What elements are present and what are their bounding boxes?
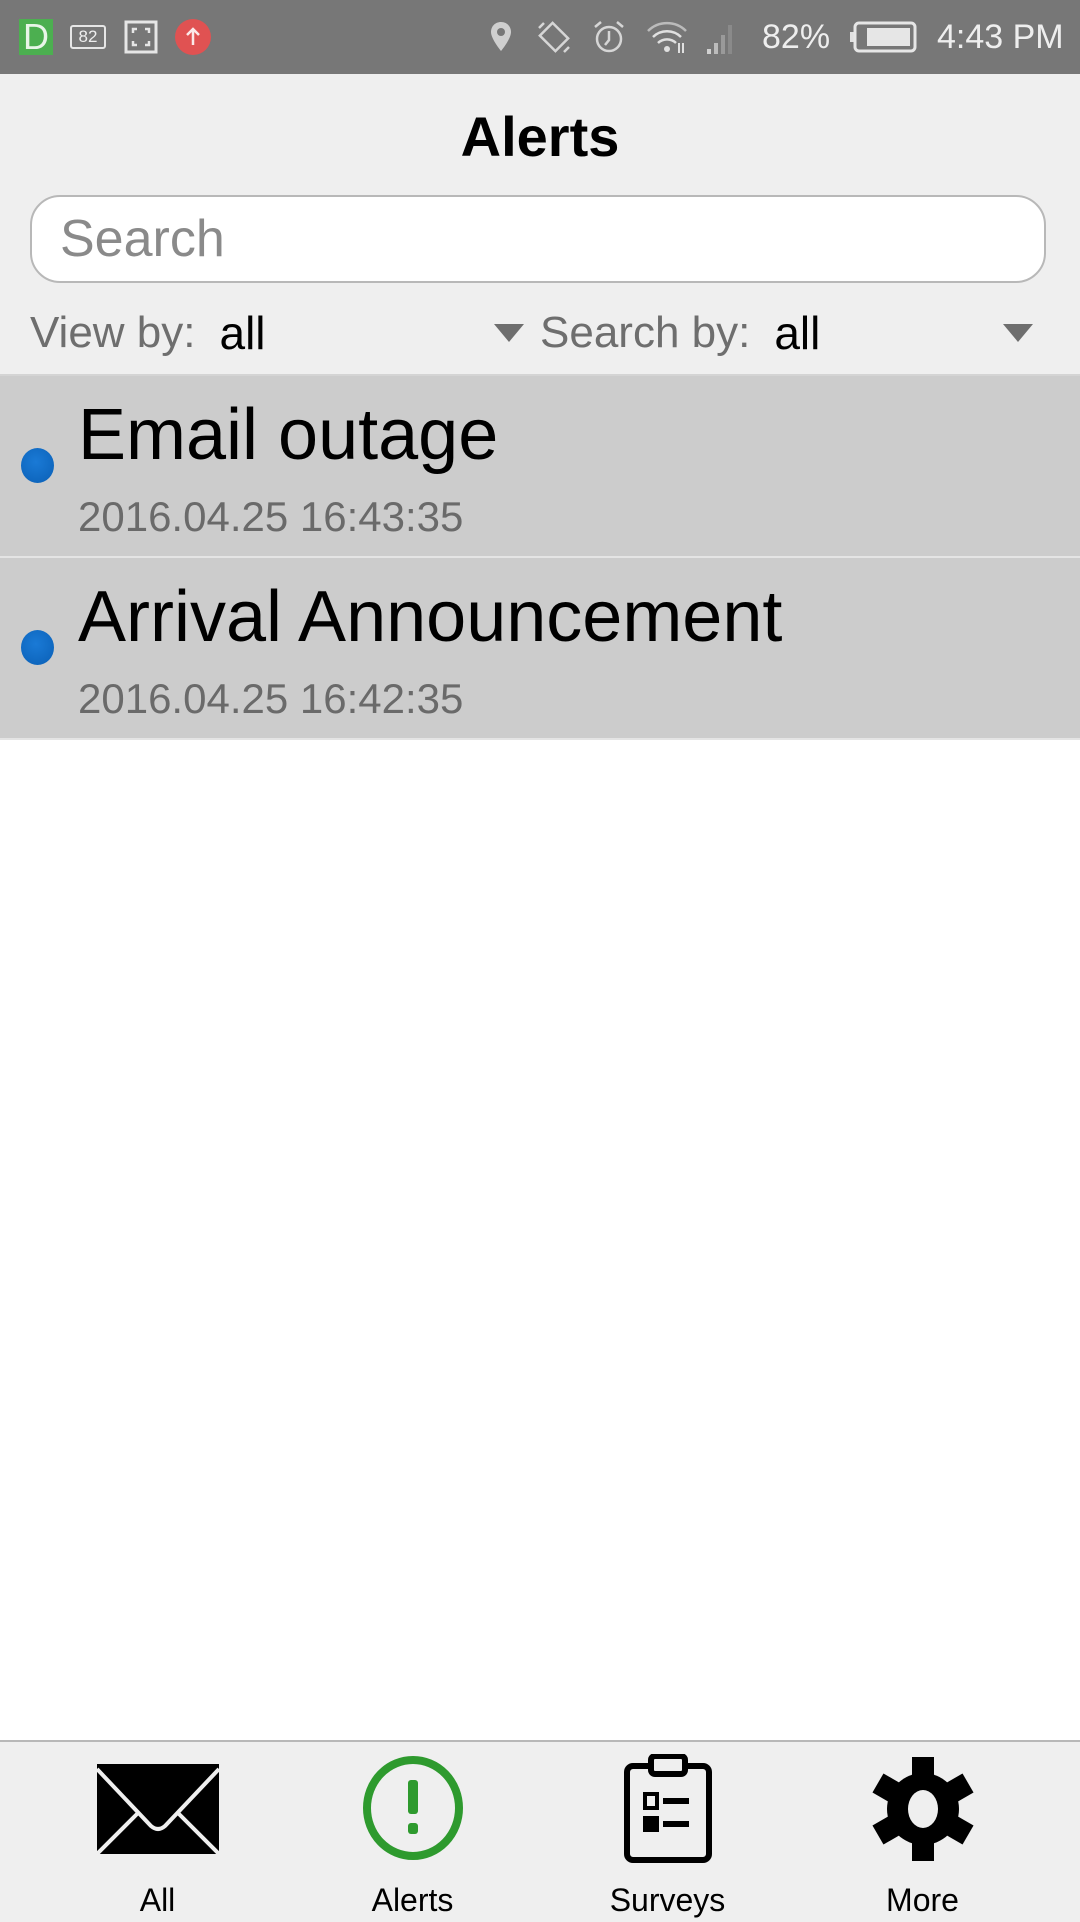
alert-title: Arrival Announcement [78,577,783,657]
rotation-icon [536,0,572,74]
search-by-label: Search by: [540,308,751,357]
view-by-value: all [219,307,266,359]
location-icon [490,0,512,74]
search-by-chevron-down-icon[interactable] [1003,324,1033,342]
nav-label-alerts: Alerts [371,1882,454,1918]
unread-dot-icon [21,448,54,483]
nav-label-more: More [886,1882,959,1918]
search-by-value: all [774,307,821,359]
nav-tab-more[interactable]: More [795,1742,1050,1922]
nav-tab-all[interactable]: All [30,1742,285,1922]
alert-timestamp: 2016.04.25 16:43:35 [78,493,464,540]
alert-timestamp: 2016.04.25 16:42:35 [78,675,464,722]
battery-82-badge: 82 [70,25,106,49]
envelope-icon [96,1764,219,1854]
view-by-label: View by: [30,308,196,357]
clock: 4:43 PM [937,17,1064,56]
upload-icon [175,0,211,74]
exclamation-circle-icon [362,1756,463,1860]
header: Alerts View by: all Search by: all [0,74,1080,376]
alarm-icon [591,0,627,74]
screenshot-icon [124,0,158,74]
alert-title: Email outage [78,395,499,475]
battery-icon [850,0,918,74]
page-title: Alerts [460,105,620,168]
nav-tab-surveys[interactable]: Surveys [540,1742,795,1922]
signal-icon [705,0,735,74]
alert-list: Email outage 2016.04.25 16:43:35 Arrival… [0,376,1080,740]
wifi-icon [646,0,688,74]
d-app-letter: D [23,16,49,57]
d-app-icon: D [19,0,53,74]
alert-row[interactable]: Email outage 2016.04.25 16:43:35 [0,376,1080,558]
unread-dot-icon [21,630,54,665]
view-by-dropdown[interactable]: View by: all [30,302,266,364]
nav-label-all: All [139,1882,176,1918]
nav-tab-alerts[interactable]: Alerts [285,1742,540,1922]
battery-percent: 82% [762,17,831,56]
clipboard-icon [623,1754,712,1863]
bottom-nav: All Alerts Surveys More [0,1740,1080,1922]
status-bar: D 82 82% 4:43 PM [0,0,1080,74]
gear-icon [871,1757,974,1861]
search-input[interactable] [30,195,1046,283]
search-by-dropdown[interactable]: Search by: all [540,302,820,364]
battery-82-icon: 82 [70,0,106,74]
view-by-chevron-down-icon[interactable] [494,324,524,342]
alert-row[interactable]: Arrival Announcement 2016.04.25 16:42:35 [0,558,1080,740]
nav-label-surveys: Surveys [609,1882,726,1918]
